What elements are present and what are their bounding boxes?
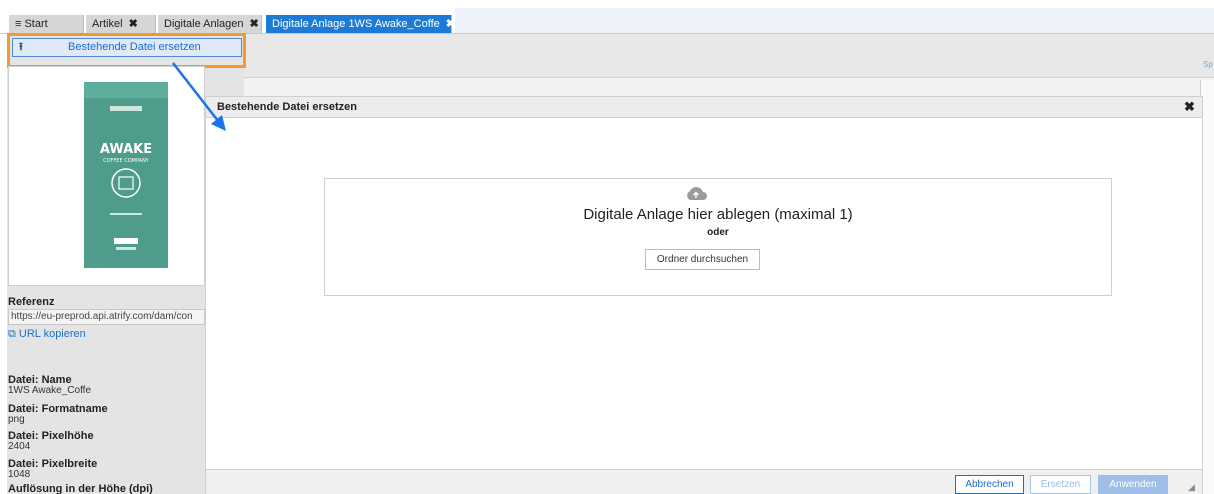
copy-url-link[interactable]: ⧉ URL kopieren [8,328,86,341]
close-icon[interactable]: ✖ [1184,99,1195,115]
apply-button[interactable]: Anwenden [1098,475,1168,494]
background-hint: Sp [1203,60,1213,69]
tab-digitale-anlagen-label: Digitale Anlagen [164,18,244,30]
field-width-value: 1048 [8,469,31,480]
tab-active-label: Digitale Anlage 1WS Awake_Coffe [272,18,440,30]
browse-folder-button[interactable]: Ordner durchsuchen [645,249,760,270]
replace-button[interactable]: Ersetzen [1030,475,1091,494]
dropzone-text: Digitale Anlage hier ablegen (maximal 1) [583,206,853,223]
reference-label: Referenz [8,296,55,308]
field-name-value: 1WS Awake_Coffe [8,385,92,396]
tab-bar: ≡ Start Artikel ✖ Digitale Anlagen ✖ Digit… [0,0,1214,33]
field-height-value: 2404 [8,441,31,452]
highlight-frame [7,33,246,68]
modal-header: Bestehende Datei ersetzen ✖ [205,96,1203,118]
product-brand-sub: COFFEE COMPANY [103,158,150,164]
tab-digitale-anlagen[interactable]: Digitale Anlagen ✖ [158,15,262,33]
close-icon[interactable]: ✖ [250,18,259,30]
tab-bar-background [455,8,1214,33]
tab-start[interactable]: ≡ Start [9,15,84,33]
field-format-value: png [8,414,25,425]
cloud-upload-icon [687,187,707,200]
copy-icon: ⧉ [8,328,19,340]
tab-artikel[interactable]: Artikel ✖ [86,15,156,33]
modal-title: Bestehende Datei ersetzen [217,101,357,113]
product-image: AWAKE COFFEE COMPANY [84,82,168,268]
tab-start-label: ≡ Start [15,18,48,30]
copy-url-label: URL kopieren [18,328,86,340]
main-toolbar [244,34,1214,78]
close-icon[interactable]: ✖ [129,18,138,30]
field-dpi-label: Auflösung in der Höhe (dpi) [8,483,153,494]
cancel-button[interactable]: Abbrechen [955,475,1024,494]
resize-grip-icon[interactable]: ◢ [1188,482,1195,493]
reference-url-field[interactable]: https://eu-preprod.api.atrify.com/dam/co… [8,309,205,325]
tab-digitale-anlage-active[interactable]: Digitale Anlage 1WS Awake_Coffe ✖ [266,15,455,33]
close-icon[interactable]: ✖ [446,18,455,30]
product-brand: AWAKE [100,142,152,157]
tab-artikel-label: Artikel [92,18,123,30]
dropzone-or-text: oder [707,227,729,238]
